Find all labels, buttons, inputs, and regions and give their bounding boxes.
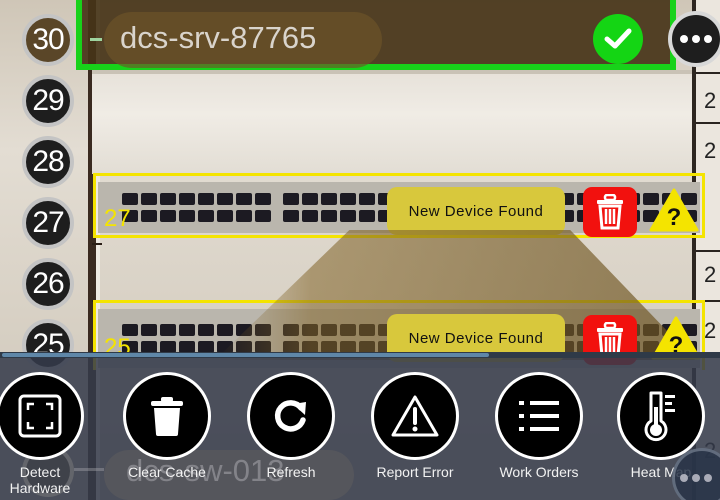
confirm-button[interactable] [593,14,643,64]
rack-unit-divider [92,243,102,245]
rack-tick [696,72,720,74]
clear-cache-button[interactable]: Clear Cache [112,372,222,480]
clear-cache-label: Clear Cache [128,464,206,480]
new-device-badge[interactable]: New Device Found [387,187,565,235]
rack-unit-27[interactable]: 27 [22,197,74,249]
rack-right-label: 2 [704,318,717,343]
report-error-circle[interactable] [371,372,459,460]
ellipsis-icon [680,35,688,43]
rack-right-label: 2 [704,138,717,163]
thermometer-icon [644,391,675,442]
ethernet-port [160,324,176,336]
ethernet-port [198,193,214,205]
rack-unit-28[interactable]: 28 [22,136,74,188]
rack-unit-30[interactable]: 30 [22,14,74,66]
ethernet-port [255,193,271,205]
trash-icon [597,194,623,230]
ethernet-port [160,210,176,222]
ethernet-port [141,324,157,336]
warning-icon [391,395,439,437]
ethernet-port [160,193,176,205]
scan-frame-icon [18,394,62,438]
ethernet-port [302,210,318,222]
refresh-circle[interactable] [247,372,335,460]
rack-right-label: 2 [704,88,717,113]
rack-unit-26[interactable]: 26 [22,258,74,310]
unit-connector [90,38,102,41]
refresh-button[interactable]: Refresh [236,372,346,480]
trash-icon [151,397,183,436]
ethernet-port [217,193,233,205]
ellipsis-dot [704,474,712,482]
ethernet-port [321,210,337,222]
detect-hardware-button[interactable]: Detect Hardware [0,372,95,496]
more-options-button[interactable] [668,11,720,67]
ethernet-port [340,193,356,205]
progress-bar-fill [2,353,489,357]
rack-tick [696,250,720,252]
ethernet-port [217,324,233,336]
report-error-button[interactable]: Report Error [360,372,470,480]
refresh-icon [274,400,306,432]
ethernet-port [255,210,271,222]
ellipsis-dot [692,474,700,482]
ethernet-port [236,193,252,205]
ethernet-port [359,210,375,222]
ethernet-port [141,193,157,205]
ethernet-port [321,193,337,205]
device-unit-label: 27 [104,205,131,232]
work-orders-label: Work Orders [499,464,579,480]
ethernet-port [179,193,195,205]
report-error-label: Report Error [376,464,454,480]
ethernet-port [236,210,252,222]
ethernet-port [122,193,138,205]
rack-tick [696,122,720,124]
port-group [122,193,271,222]
ellipsis-dot [692,35,700,43]
blank-rack-panel [92,70,692,174]
ethernet-port [340,210,356,222]
ethernet-port [179,324,195,336]
list-icon [519,401,559,431]
rack-right-label: 2 [704,262,717,287]
clear-cache-circle[interactable] [123,372,211,460]
heat-map-circle[interactable] [617,372,705,460]
ethernet-port [141,210,157,222]
ethernet-port [359,193,375,205]
ethernet-port [179,210,195,222]
svg-text:?: ? [667,204,682,231]
ethernet-port [283,193,299,205]
ellipsis-dot [704,35,712,43]
rack-unit-29[interactable]: 29 [22,75,74,127]
question-warning-icon[interactable]: ? [649,188,699,232]
ellipsis-icon [680,474,688,482]
ethernet-port [302,193,318,205]
ethernet-port [198,324,214,336]
work-orders-button[interactable]: Work Orders [484,372,594,480]
refresh-label: Refresh [266,464,316,480]
detect-hardware-circle[interactable] [0,372,84,460]
ethernet-port [217,210,233,222]
detect-hardware-label: Detect Hardware [9,464,71,496]
ethernet-port [283,210,299,222]
work-orders-circle[interactable] [495,372,583,460]
ethernet-port [198,210,214,222]
server-name: dcs-srv-87765 [120,20,317,55]
checkmark-icon [604,28,632,49]
delete-device-button[interactable] [583,187,637,237]
